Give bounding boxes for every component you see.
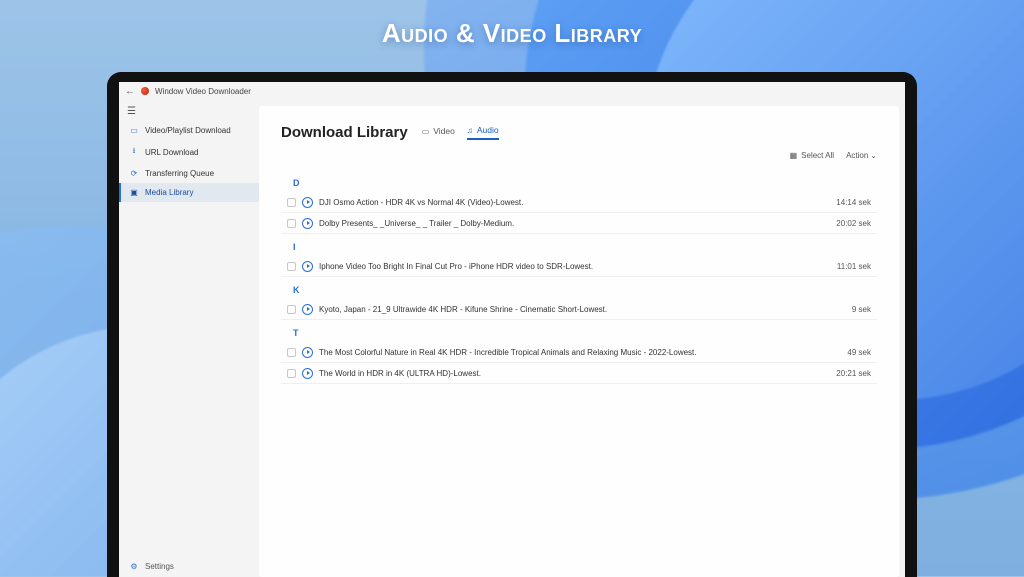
checkbox[interactable]: [287, 219, 296, 228]
library-icon: ▣: [129, 188, 139, 197]
download-icon: ⭳: [129, 145, 139, 159]
play-icon[interactable]: [302, 197, 313, 208]
chevron-down-icon: ⌄: [870, 151, 877, 160]
item-duration: 11:01 sek: [837, 262, 871, 271]
item-title: The World in HDR in 4K (ULTRA HD)-Lowest…: [319, 369, 830, 378]
sidebar-item-url-download[interactable]: ⭳ URL Download: [119, 140, 259, 164]
sidebar-item-label: URL Download: [145, 148, 199, 157]
checkbox[interactable]: [287, 262, 296, 271]
video-playlist-icon: ▭: [129, 126, 139, 135]
action-menu[interactable]: Action ⌄: [846, 151, 877, 160]
app-title: Window Video Downloader: [155, 87, 251, 96]
select-all-label: Select All: [801, 151, 834, 160]
play-icon[interactable]: [302, 261, 313, 272]
download-list: D DJI Osmo Action - HDR 4K vs Normal 4K (…: [259, 166, 899, 577]
sidebar-item-settings[interactable]: ⚙ Settings: [119, 556, 259, 577]
item-title: DJI Osmo Action - HDR 4K vs Normal 4K (V…: [319, 198, 830, 207]
item-duration: 9 sek: [852, 305, 871, 314]
main-content: Download Library ▭ Video ♫ Audio: [259, 106, 899, 577]
checkbox[interactable]: [287, 348, 296, 357]
sidebar-item-label: Settings: [145, 562, 174, 571]
checkbox[interactable]: [287, 305, 296, 314]
item-duration: 49 sek: [847, 348, 871, 357]
list-item[interactable]: Kyoto, Japan - 21_9 Ultrawide 4K HDR - K…: [281, 299, 877, 320]
item-title: Iphone Video Too Bright In Final Cut Pro…: [319, 262, 831, 271]
play-icon[interactable]: [302, 304, 313, 315]
audio-icon: ♫: [467, 126, 473, 135]
select-all-button[interactable]: ▦ Select All: [790, 151, 834, 160]
list-item[interactable]: The Most Colorful Nature in Real 4K HDR …: [281, 342, 877, 363]
section-letter: D: [281, 170, 877, 192]
play-icon[interactable]: [302, 347, 313, 358]
back-icon[interactable]: ←: [125, 86, 135, 97]
checkbox[interactable]: [287, 369, 296, 378]
transfer-icon: ⟳: [129, 169, 139, 178]
select-all-icon: ▦: [790, 151, 798, 160]
checkbox[interactable]: [287, 198, 296, 207]
sidebar-item-transferring-queue[interactable]: ⟳ Transferring Queue: [119, 164, 259, 183]
content-header: Download Library ▭ Video ♫ Audio: [259, 106, 899, 147]
video-icon: ▭: [422, 127, 430, 136]
hamburger-icon[interactable]: ☰: [119, 102, 259, 121]
tab-label: Video: [433, 126, 455, 136]
list-item[interactable]: Dolby Presents_ _Universe_ _ Trailer _ D…: [281, 213, 877, 234]
gear-icon: ⚙: [129, 562, 139, 571]
titlebar: ← Window Video Downloader: [119, 82, 905, 100]
sidebar-item-label: Video/Playlist Download: [145, 126, 231, 135]
play-icon[interactable]: [302, 218, 313, 229]
sidebar-item-media-library[interactable]: ▣ Media Library: [119, 183, 259, 202]
tab-label: Audio: [477, 125, 499, 135]
sidebar-item-label: Media Library: [145, 188, 193, 197]
app-body: ☰ ▭ Video/Playlist Download ⭳ URL Downlo…: [119, 100, 905, 577]
list-item[interactable]: The World in HDR in 4K (ULTRA HD)-Lowest…: [281, 363, 877, 384]
section-letter: T: [281, 320, 877, 342]
play-icon[interactable]: [302, 368, 313, 379]
sidebar: ☰ ▭ Video/Playlist Download ⭳ URL Downlo…: [119, 100, 259, 577]
toolbar: ▦ Select All Action ⌄: [259, 147, 899, 166]
item-duration: 14:14 sek: [836, 198, 871, 207]
item-duration: 20:02 sek: [836, 219, 871, 228]
sidebar-item-label: Transferring Queue: [145, 169, 214, 178]
list-item[interactable]: DJI Osmo Action - HDR 4K vs Normal 4K (V…: [281, 192, 877, 213]
page-title: Download Library: [281, 124, 408, 141]
item-title: Dolby Presents_ _Universe_ _ Trailer _ D…: [319, 219, 830, 228]
app-window: ← Window Video Downloader ☰ ▭ Video/Play…: [119, 82, 905, 577]
promo-title: Audio & Video Library: [0, 18, 1024, 49]
sidebar-item-video-playlist[interactable]: ▭ Video/Playlist Download: [119, 121, 259, 140]
section-letter: I: [281, 234, 877, 256]
laptop-mockup: ← Window Video Downloader ☰ ▭ Video/Play…: [107, 72, 917, 577]
section-letter: K: [281, 277, 877, 299]
item-title: Kyoto, Japan - 21_9 Ultrawide 4K HDR - K…: [319, 305, 846, 314]
app-screen: ← Window Video Downloader ☰ ▭ Video/Play…: [119, 82, 905, 577]
item-title: The Most Colorful Nature in Real 4K HDR …: [319, 348, 841, 357]
item-duration: 20:21 sek: [836, 369, 871, 378]
tab-video[interactable]: ▭ Video: [422, 126, 455, 139]
action-label: Action: [846, 151, 868, 160]
tab-audio[interactable]: ♫ Audio: [467, 125, 499, 140]
tabs: ▭ Video ♫ Audio: [422, 125, 499, 140]
list-item[interactable]: Iphone Video Too Bright In Final Cut Pro…: [281, 256, 877, 277]
app-logo-icon: [141, 87, 149, 95]
